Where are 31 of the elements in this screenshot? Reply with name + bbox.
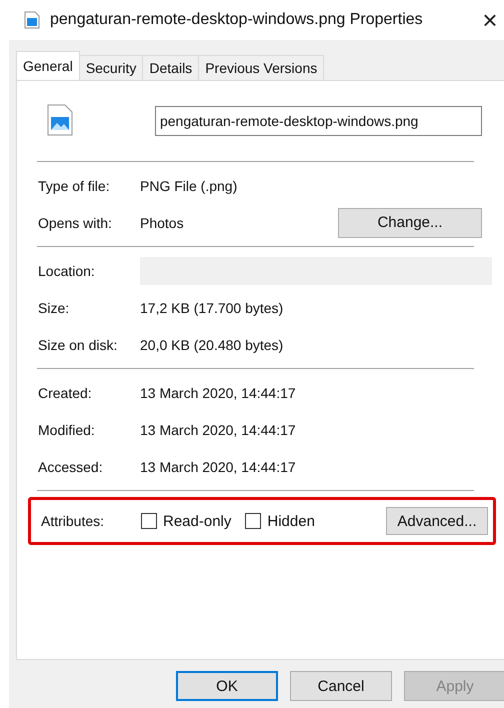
tab[interactable]: Previous Versions — [198, 55, 324, 80]
property-label: Accessed: — [38, 458, 104, 474]
dialog-button[interactable]: OK — [176, 671, 278, 701]
property-value: 13 March 2020, 14:44:17 — [140, 422, 297, 438]
dialog-button[interactable]: Cancel — [290, 671, 392, 701]
property-label: Location: — [38, 262, 96, 278]
checkbox-label: Hidden — [267, 512, 315, 530]
close-button[interactable]: × — [476, 4, 504, 36]
property-label: Opens with: — [38, 214, 113, 230]
tab[interactable]: General — [16, 51, 80, 80]
property-value: 20,0 KB (20.480 bytes) — [140, 336, 284, 352]
property-value: 17,2 KB (17.700 bytes) — [140, 300, 284, 316]
change-button[interactable]: Change... — [338, 208, 482, 238]
property-label: Type of file: — [38, 178, 111, 194]
property-label: Size: — [38, 300, 70, 316]
property-value: PNG File (.png) — [140, 178, 238, 194]
file-name-field[interactable]: pengaturan-remote-desktop-windows.png — [154, 106, 482, 136]
attributes-label: Attributes: — [41, 513, 106, 529]
window-title: pengaturan-remote-desktop-windows.png Properties — [50, 11, 424, 29]
property-label: Size on disk: — [38, 336, 118, 352]
property-label: Created: — [38, 384, 93, 400]
property-label: Modified: — [38, 422, 96, 438]
property-value: 13 March 2020, 14:44:17 — [140, 384, 297, 400]
checkbox[interactable] — [245, 513, 262, 529]
checkbox-label: Read-only — [163, 512, 232, 530]
property-value: 13 March 2020, 14:44:17 — [140, 458, 297, 474]
property-value: Photos — [140, 214, 185, 230]
checkbox[interactable] — [141, 513, 157, 529]
image-file-icon — [47, 104, 73, 136]
advanced-button[interactable]: Advanced... — [386, 507, 488, 535]
image-file-icon — [24, 11, 40, 29]
